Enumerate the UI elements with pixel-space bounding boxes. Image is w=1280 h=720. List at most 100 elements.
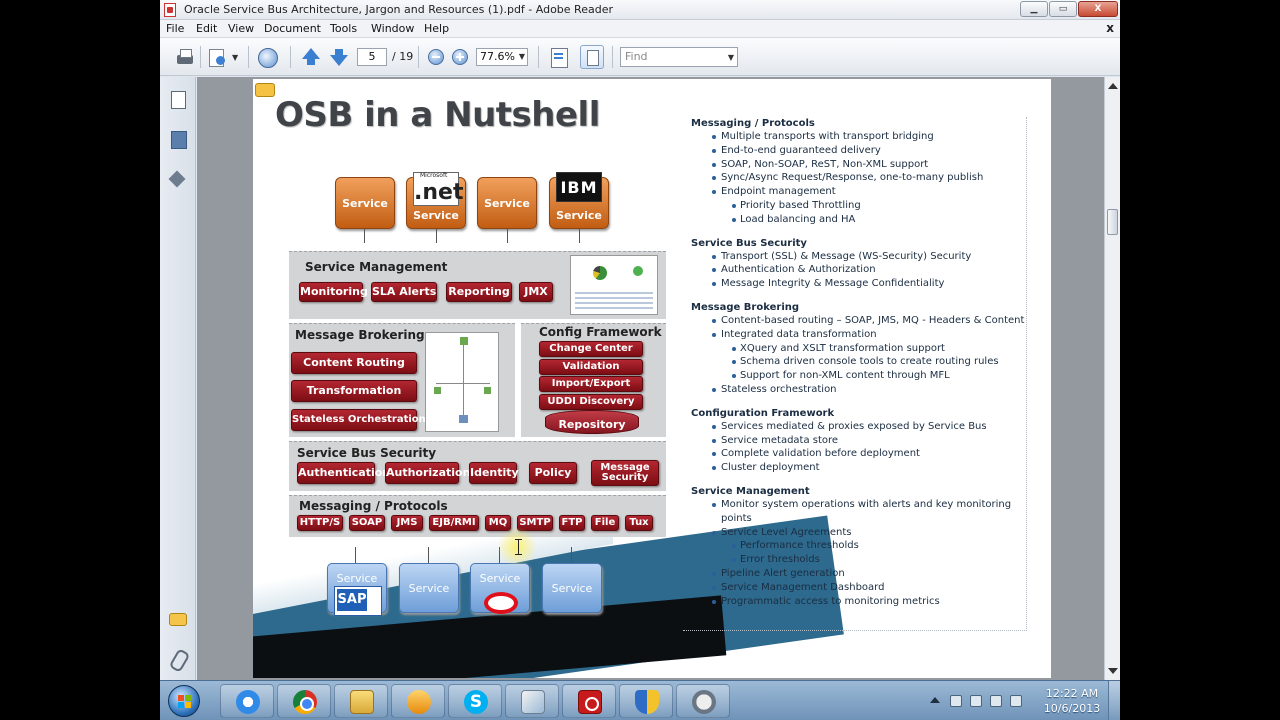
panel-title: Config Framework bbox=[539, 325, 662, 339]
chevron-down-icon[interactable]: ▼ bbox=[232, 53, 238, 62]
show-hidden-icons-icon[interactable] bbox=[930, 697, 940, 703]
show-desktop-button[interactable] bbox=[1108, 681, 1120, 720]
zoom-in-icon[interactable] bbox=[452, 49, 468, 65]
connector-line bbox=[571, 547, 572, 563]
content-routing-chip: Content Routing bbox=[291, 352, 417, 374]
toolbar-separator bbox=[538, 46, 539, 68]
service-label: Service bbox=[336, 572, 378, 585]
notes-bullet: Pipeline Alert generation bbox=[683, 567, 1026, 581]
comments-icon[interactable] bbox=[169, 609, 187, 629]
action-center-flag-icon[interactable] bbox=[950, 695, 962, 707]
soap-chip: SOAP bbox=[349, 515, 385, 531]
text-cursor-icon bbox=[515, 539, 522, 555]
notes-list: Monitor system operations with alerts an… bbox=[683, 498, 1026, 608]
policy-chip: Policy bbox=[529, 462, 577, 484]
menu-window[interactable]: Window bbox=[371, 22, 414, 35]
service-label: Service bbox=[484, 197, 530, 210]
validation-chip: Validation bbox=[539, 359, 643, 375]
taskbar-chrome[interactable] bbox=[277, 684, 331, 718]
pie-graphic bbox=[593, 266, 607, 280]
zoom-level-select[interactable]: 77.6% ▼ bbox=[476, 48, 528, 66]
menu-edit[interactable]: Edit bbox=[196, 22, 217, 35]
fit-page-icon[interactable] bbox=[548, 46, 570, 68]
service-label: Service bbox=[479, 572, 521, 585]
notes-bullet: Multiple transports with transport bridg… bbox=[683, 130, 1026, 144]
adobe-reader-app-icon[interactable] bbox=[164, 3, 176, 17]
menu-bar: File Edit View Document Tools Window Hel… bbox=[160, 20, 1120, 38]
top-service-box: .net Service bbox=[406, 171, 466, 229]
minimize-button[interactable]: ▁ bbox=[1020, 1, 1048, 17]
bookmarks-icon[interactable] bbox=[169, 129, 187, 149]
vertical-scrollbar[interactable] bbox=[1104, 77, 1120, 680]
volume-icon[interactable] bbox=[1010, 695, 1022, 707]
repository-cylinder: Repository bbox=[545, 410, 639, 434]
title-bar: Oracle Service Bus Architecture, Jargon … bbox=[160, 0, 1120, 20]
menu-view[interactable]: View bbox=[228, 22, 254, 35]
menu-help[interactable]: Help bbox=[424, 22, 449, 35]
scroll-thumb[interactable] bbox=[1107, 209, 1118, 235]
service-label: Service bbox=[413, 209, 459, 222]
service-label: Service bbox=[408, 582, 450, 595]
pdf-page[interactable]: OSB in a Nutshell Service .net Service S… bbox=[253, 79, 1051, 678]
zoom-out-icon[interactable] bbox=[428, 49, 444, 65]
toolbar: ▼ 5 / 19 77.6% ▼ Find ▼ bbox=[160, 38, 1120, 76]
notes-bullet: Service Management Dashboard bbox=[683, 581, 1026, 595]
menu-tools[interactable]: Tools bbox=[330, 22, 357, 35]
monitoring-chip: Monitoring bbox=[299, 282, 368, 302]
chevron-down-icon: ▼ bbox=[518, 52, 525, 61]
notes-bullet: Content-based routing – SOAP, JMS, MQ - … bbox=[683, 314, 1026, 328]
stateless-orchestration-chip: Stateless Orchestration bbox=[291, 409, 426, 431]
page-thumbnails-icon[interactable] bbox=[169, 89, 187, 109]
next-page-icon[interactable] bbox=[328, 46, 350, 68]
status-dot bbox=[633, 266, 643, 276]
jms-chip: JMS bbox=[391, 515, 423, 531]
notes-bullet: Cluster deployment bbox=[683, 461, 1026, 475]
print-icon[interactable] bbox=[174, 46, 196, 68]
share-document-icon[interactable] bbox=[206, 46, 228, 68]
taskbar-skype[interactable]: S bbox=[448, 684, 502, 718]
dashboard-screenshot-image bbox=[570, 255, 658, 315]
taskbar-paint[interactable] bbox=[505, 684, 559, 718]
ibm-logo: IBM bbox=[556, 172, 602, 202]
review-comment-icon[interactable] bbox=[256, 46, 278, 68]
clock[interactable]: 12:22 AM 10/6/2013 bbox=[1042, 686, 1102, 716]
fit-width-icon[interactable] bbox=[580, 45, 604, 69]
menu-document[interactable]: Document bbox=[264, 22, 321, 35]
taskbar-adobe-reader[interactable] bbox=[562, 684, 616, 718]
notes-bullet: Message Integrity & Message Confidential… bbox=[683, 277, 1026, 291]
taskbar-security-center[interactable] bbox=[619, 684, 673, 718]
taskbar-performance-monitor[interactable] bbox=[676, 684, 730, 718]
window-controls: ▁ ▭ X bbox=[1020, 1, 1118, 17]
taskbar-windows-explorer[interactable] bbox=[334, 684, 388, 718]
toolbar-separator bbox=[612, 46, 613, 68]
sticky-note-icon[interactable] bbox=[255, 83, 275, 97]
reporting-chip: Reporting bbox=[446, 282, 512, 302]
menu-file[interactable]: File bbox=[166, 22, 184, 35]
taskbar-internet-explorer[interactable] bbox=[220, 684, 274, 718]
service-label: Service bbox=[342, 197, 388, 210]
layers-icon[interactable] bbox=[169, 169, 187, 189]
document-close-icon[interactable]: x bbox=[1106, 21, 1114, 35]
find-input[interactable]: Find ▼ bbox=[620, 47, 738, 67]
media-player-icon bbox=[407, 690, 431, 714]
network-icon[interactable] bbox=[990, 695, 1002, 707]
connector-line bbox=[355, 547, 356, 563]
paperclip-icon[interactable] bbox=[169, 649, 187, 669]
panel-title: Messaging / Protocols bbox=[299, 499, 448, 513]
maximize-button[interactable]: ▭ bbox=[1049, 1, 1077, 17]
taskbar-media-player[interactable] bbox=[391, 684, 445, 718]
chevron-down-icon[interactable]: ▼ bbox=[728, 49, 734, 67]
close-button[interactable]: X bbox=[1078, 1, 1118, 17]
transformation-chip: Transformation bbox=[291, 380, 417, 402]
scroll-down-icon[interactable] bbox=[1108, 668, 1118, 674]
document-area[interactable]: OSB in a Nutshell Service .net Service S… bbox=[197, 77, 1104, 680]
previous-page-icon[interactable] bbox=[300, 46, 322, 68]
start-button[interactable] bbox=[168, 685, 200, 717]
power-icon[interactable] bbox=[970, 695, 982, 707]
page-number-input[interactable]: 5 bbox=[357, 48, 387, 66]
scroll-up-icon[interactable] bbox=[1108, 83, 1118, 89]
notes-section: Service Management Monitor system operati… bbox=[683, 485, 1026, 608]
clock-time: 12:22 AM bbox=[1045, 687, 1099, 700]
notes-list: Multiple transports with transport bridg… bbox=[683, 130, 1026, 227]
connector-line bbox=[507, 229, 508, 243]
